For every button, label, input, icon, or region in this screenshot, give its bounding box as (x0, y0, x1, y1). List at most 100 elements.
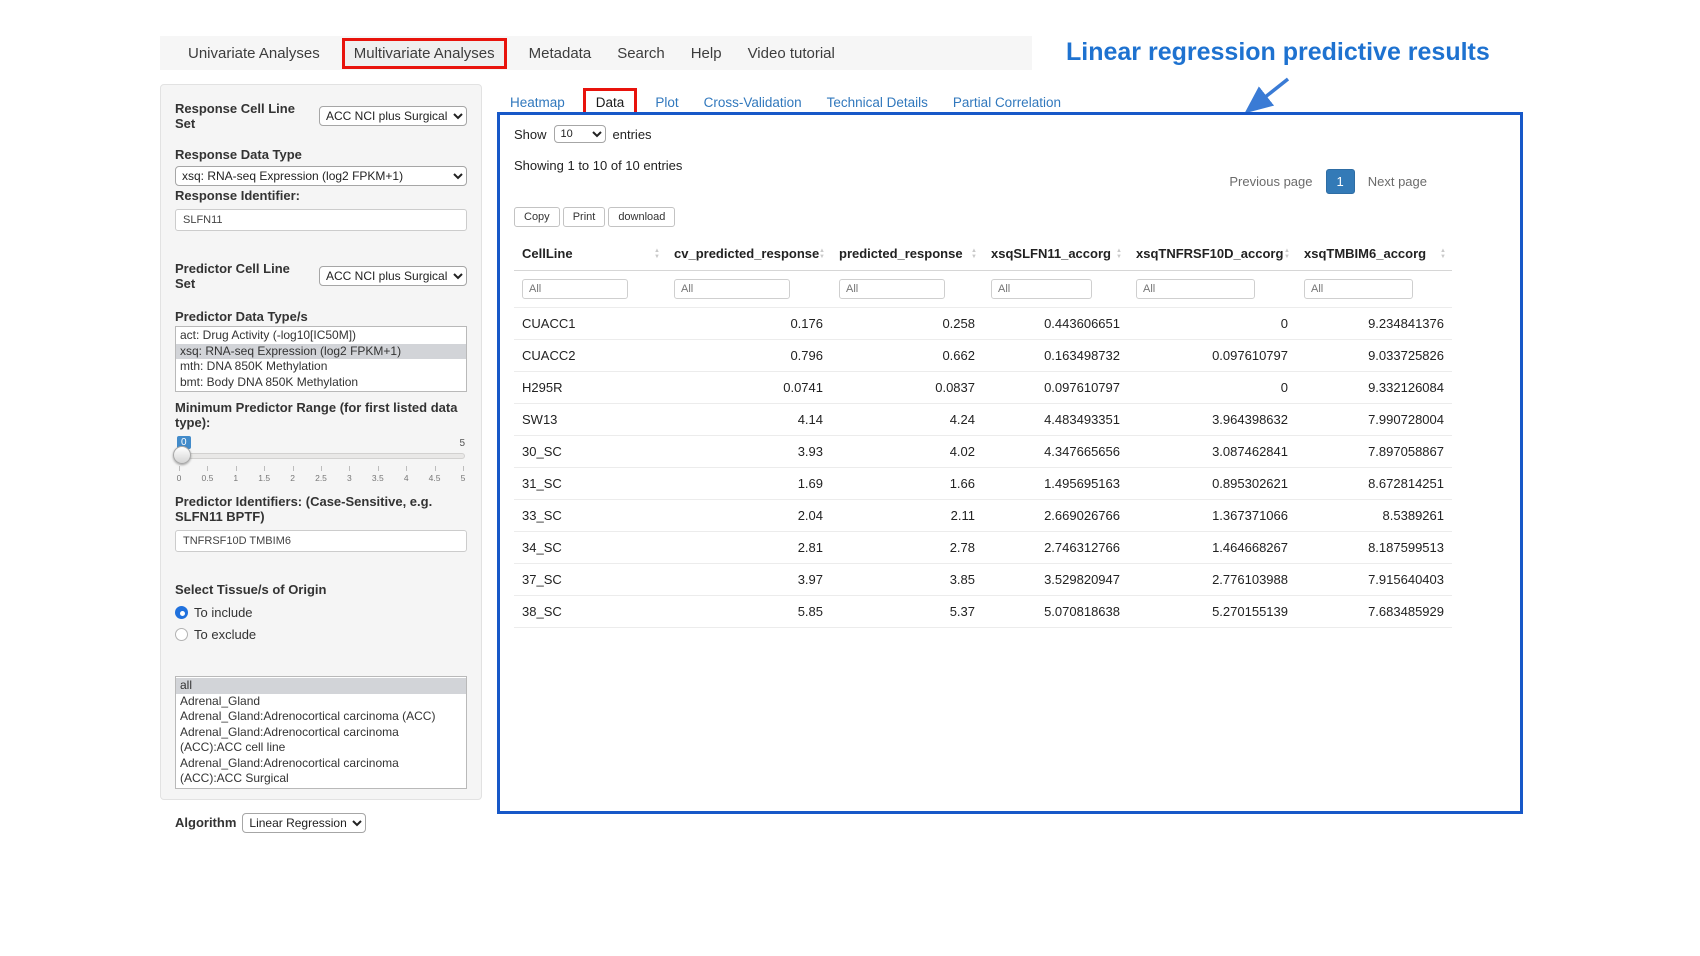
tissue-option-all[interactable]: all (176, 678, 466, 694)
value-cell: 0.0837 (831, 372, 983, 404)
value-cell: 9.234841376 (1296, 308, 1452, 340)
sort-icon[interactable]: ▲▼ (1284, 248, 1290, 260)
sort-icon[interactable]: ▲▼ (819, 248, 825, 260)
slider-handle[interactable] (173, 446, 191, 464)
nav-help[interactable]: Help (691, 45, 722, 62)
previous-page-button[interactable]: Previous page (1221, 169, 1320, 194)
list-option-act[interactable]: act: Drug Activity (-log10[IC50M]) (176, 328, 466, 344)
column-label: cv_predicted_response (674, 246, 819, 261)
nav-univariate-analyses[interactable]: Univariate Analyses (188, 45, 320, 62)
tissue-option-acc-cell-line[interactable]: Adrenal_Gland:Adrenocortical carcinoma (… (176, 725, 466, 756)
value-cell: 9.033725826 (1296, 340, 1452, 372)
value-cell: 7.897058867 (1296, 436, 1452, 468)
slider-tick-label: 3.5 (372, 473, 384, 483)
download-button[interactable]: download (608, 207, 675, 227)
sort-icon[interactable]: ▲▼ (971, 248, 977, 260)
value-cell: 9.332126084 (1296, 372, 1452, 404)
predictor-cell-line-set-select[interactable]: ACC NCI plus Surgical (319, 266, 467, 286)
column-label: xsqTMBIM6_accorg (1304, 246, 1426, 261)
value-cell: 3.964398632 (1128, 404, 1296, 436)
tab-partial-correlation[interactable]: Partial Correlation (953, 95, 1061, 110)
algorithm-select[interactable]: Linear Regression (242, 813, 366, 833)
slider-tick-label: 1.5 (258, 473, 270, 483)
slider-tick-label: 4.5 (429, 473, 441, 483)
column-label: CellLine (522, 246, 573, 261)
tab-cross-validation[interactable]: Cross-Validation (704, 95, 802, 110)
value-cell: 0 (1128, 372, 1296, 404)
tissue-option-acc[interactable]: Adrenal_Gland:Adrenocortical carcinoma (… (176, 709, 466, 725)
cellline-cell: CUACC1 (514, 308, 666, 340)
slider-tick (321, 466, 322, 471)
tab-technical-details[interactable]: Technical Details (827, 95, 928, 110)
value-cell: 2.78 (831, 532, 983, 564)
filter-xsqslfn11-input[interactable] (991, 279, 1092, 299)
filter-xsqtnfrsf10d-input[interactable] (1136, 279, 1255, 299)
value-cell: 3.85 (831, 564, 983, 596)
page: Univariate Analyses Multivariate Analyse… (0, 0, 1700, 956)
response-data-type-select[interactable]: xsq: RNA-seq Expression (log2 FPKM+1) (175, 166, 467, 186)
tab-heatmap[interactable]: Heatmap (510, 95, 565, 110)
column-header-cellline[interactable]: CellLine ▲▼ (514, 237, 666, 271)
value-cell: 7.990728004 (1296, 404, 1452, 436)
column-header-predicted-response[interactable]: predicted_response ▲▼ (831, 237, 983, 271)
radio-include-icon[interactable] (175, 606, 188, 619)
filter-cv-predicted-response-input[interactable] (674, 279, 790, 299)
value-cell: 4.347665656 (983, 436, 1128, 468)
nav-multivariate-analyses[interactable]: Multivariate Analyses (342, 38, 507, 69)
radio-to-include[interactable]: To include (175, 605, 467, 620)
print-button[interactable]: Print (563, 207, 606, 227)
value-cell: 7.915640403 (1296, 564, 1452, 596)
copy-button[interactable]: Copy (514, 207, 560, 227)
table-row: 34_SC2.812.782.7463127661.4646682678.187… (514, 532, 1452, 564)
value-cell: 1.495695163 (983, 468, 1128, 500)
cellline-cell: SW13 (514, 404, 666, 436)
results-panel: Show 10 entries Showing 1 to 10 of 10 en… (497, 112, 1523, 814)
sort-icon[interactable]: ▲▼ (1440, 248, 1446, 260)
value-cell: 2.746312766 (983, 532, 1128, 564)
predictor-cell-line-set-label: Predictor Cell Line Set (175, 261, 313, 291)
value-cell: 0.0741 (666, 372, 831, 404)
radio-to-exclude[interactable]: To exclude (175, 627, 467, 642)
next-page-button[interactable]: Next page (1360, 169, 1435, 194)
filter-predicted-response-input[interactable] (839, 279, 945, 299)
nav-metadata[interactable]: Metadata (529, 45, 592, 62)
column-header-xsqslfn11-accorg[interactable]: xsqSLFN11_accorg ▲▼ (983, 237, 1128, 271)
value-cell: 4.24 (831, 404, 983, 436)
table-row: 37_SC3.973.853.5298209472.7761039887.915… (514, 564, 1452, 596)
predictor-identifiers-input[interactable] (175, 530, 467, 552)
nav-search[interactable]: Search (617, 45, 665, 62)
value-cell: 7.683485929 (1296, 596, 1452, 628)
column-header-xsqtmbim6-accorg[interactable]: xsqTMBIM6_accorg ▲▼ (1296, 237, 1452, 271)
list-option-mth[interactable]: mth: DNA 850K Methylation (176, 359, 466, 375)
value-cell: 2.11 (831, 500, 983, 532)
slider-track[interactable] (177, 453, 465, 459)
response-cell-line-set-select[interactable]: ACC NCI plus Surgical (319, 106, 467, 126)
results-table: CellLine ▲▼ cv_predicted_response ▲▼ pre… (514, 237, 1452, 628)
entries-count-select[interactable]: 10 (554, 125, 606, 143)
sort-icon[interactable]: ▲▼ (654, 248, 660, 260)
radio-include-label: To include (194, 605, 253, 620)
nav-video-tutorial[interactable]: Video tutorial (748, 45, 835, 62)
slider-tick-label: 4 (404, 473, 409, 483)
min-predictor-range-label: Minimum Predictor Range (for first liste… (175, 400, 467, 430)
list-option-xsq[interactable]: xsq: RNA-seq Expression (log2 FPKM+1) (176, 344, 466, 360)
value-cell: 4.02 (831, 436, 983, 468)
value-cell: 3.529820947 (983, 564, 1128, 596)
response-identifier-input[interactable] (175, 209, 467, 231)
page-number-button[interactable]: 1 (1326, 169, 1355, 194)
tab-plot[interactable]: Plot (655, 95, 678, 110)
slider-tick (349, 466, 350, 471)
predictor-data-types-listbox: act: Drug Activity (-log10[IC50M]) xsq: … (175, 326, 467, 392)
value-cell: 2.776103988 (1128, 564, 1296, 596)
column-label: xsqSLFN11_accorg (991, 246, 1111, 261)
column-header-cv-predicted-response[interactable]: cv_predicted_response ▲▼ (666, 237, 831, 271)
slider-tick (378, 466, 379, 471)
tissue-option-adrenal-gland[interactable]: Adrenal_Gland (176, 694, 466, 710)
radio-exclude-icon[interactable] (175, 628, 188, 641)
tissue-option-acc-surgical[interactable]: Adrenal_Gland:Adrenocortical carcinoma (… (176, 756, 466, 787)
filter-xsqtmbim6-input[interactable] (1304, 279, 1413, 299)
column-header-xsqtnfrsf10d-accorg[interactable]: xsqTNFRSF10D_accorg ▲▼ (1128, 237, 1296, 271)
sort-icon[interactable]: ▲▼ (1116, 248, 1122, 260)
filter-cellline-input[interactable] (522, 279, 628, 299)
list-option-bmt[interactable]: bmt: Body DNA 850K Methylation (176, 375, 466, 391)
